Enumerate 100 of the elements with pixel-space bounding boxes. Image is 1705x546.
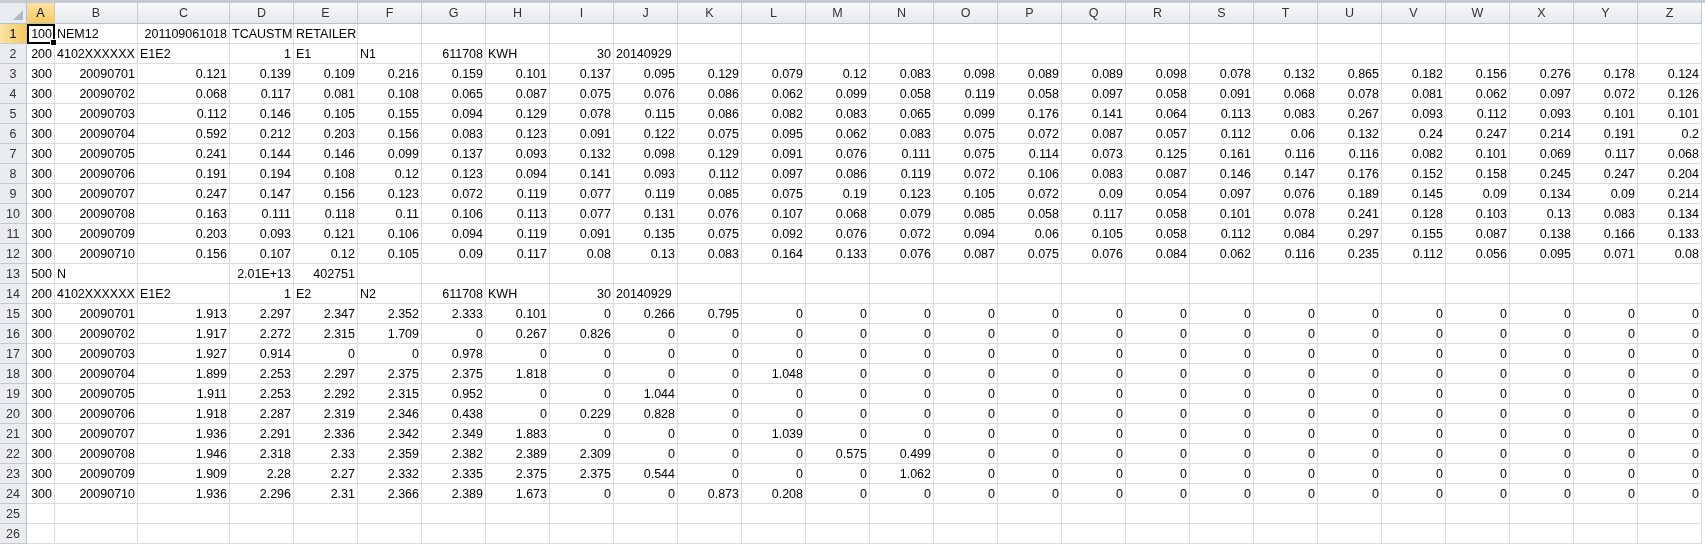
empty-cell[interactable] xyxy=(1510,44,1574,64)
empty-cell[interactable] xyxy=(1254,524,1318,544)
column-header[interactable]: A xyxy=(27,3,55,24)
empty-cell[interactable] xyxy=(1638,24,1702,44)
empty-cell[interactable] xyxy=(486,24,550,44)
empty-cell[interactable] xyxy=(870,504,934,524)
column-header[interactable]: R xyxy=(1126,3,1190,24)
empty-cell[interactable] xyxy=(1190,284,1254,304)
empty-cell[interactable] xyxy=(1382,504,1446,524)
row-header[interactable]: 2 xyxy=(0,44,27,64)
row-header[interactable]: 23 xyxy=(0,464,27,484)
empty-cell[interactable] xyxy=(806,44,870,64)
empty-cell[interactable] xyxy=(1446,504,1510,524)
row-header[interactable]: 1 xyxy=(0,24,27,44)
empty-cell[interactable] xyxy=(1574,524,1638,544)
column-header[interactable]: J xyxy=(614,3,678,24)
row-header[interactable]: 22 xyxy=(0,444,27,464)
empty-cell[interactable] xyxy=(1126,284,1190,304)
empty-cell[interactable] xyxy=(1382,264,1446,284)
empty-cell[interactable] xyxy=(422,24,486,44)
column-header[interactable]: X xyxy=(1510,3,1574,24)
empty-cell[interactable] xyxy=(1254,44,1318,64)
empty-cell[interactable] xyxy=(998,504,1062,524)
empty-cell[interactable] xyxy=(998,44,1062,64)
empty-cell[interactable] xyxy=(486,264,550,284)
empty-cell[interactable] xyxy=(1510,264,1574,284)
empty-cell[interactable] xyxy=(806,504,870,524)
empty-cell[interactable] xyxy=(1638,504,1702,524)
row-header[interactable]: 5 xyxy=(0,104,27,124)
empty-cell[interactable] xyxy=(1318,264,1382,284)
empty-cell[interactable] xyxy=(742,504,806,524)
empty-cell[interactable] xyxy=(934,504,998,524)
empty-cell[interactable] xyxy=(1062,284,1126,304)
empty-cell[interactable] xyxy=(422,504,486,524)
empty-cell[interactable] xyxy=(550,264,614,284)
empty-cell[interactable] xyxy=(358,504,422,524)
column-header[interactable]: I xyxy=(550,3,614,24)
empty-cell[interactable] xyxy=(1318,44,1382,64)
empty-cell[interactable] xyxy=(1574,504,1638,524)
empty-cell[interactable] xyxy=(138,504,230,524)
empty-cell[interactable] xyxy=(1126,524,1190,544)
empty-cell[interactable] xyxy=(1062,504,1126,524)
empty-cell[interactable] xyxy=(742,524,806,544)
empty-cell[interactable] xyxy=(678,524,742,544)
row-header[interactable]: 21 xyxy=(0,424,27,444)
row-header[interactable]: 24 xyxy=(0,484,27,504)
column-header[interactable]: K xyxy=(678,3,742,24)
column-header[interactable]: Z xyxy=(1638,3,1702,24)
empty-cell[interactable] xyxy=(1574,264,1638,284)
column-header[interactable]: M xyxy=(806,3,870,24)
empty-cell[interactable] xyxy=(55,504,138,524)
row-header[interactable]: 20 xyxy=(0,404,27,424)
empty-cell[interactable] xyxy=(1126,24,1190,44)
column-header[interactable]: B xyxy=(55,3,138,24)
empty-cell[interactable] xyxy=(806,524,870,544)
empty-cell[interactable] xyxy=(742,24,806,44)
empty-cell[interactable] xyxy=(678,44,742,64)
empty-cell[interactable] xyxy=(1126,504,1190,524)
empty-cell[interactable] xyxy=(1254,284,1318,304)
empty-cell[interactable] xyxy=(1382,44,1446,64)
empty-cell[interactable] xyxy=(614,264,678,284)
empty-cell[interactable] xyxy=(1446,264,1510,284)
empty-cell[interactable] xyxy=(1574,44,1638,64)
empty-cell[interactable] xyxy=(1510,24,1574,44)
empty-cell[interactable] xyxy=(486,504,550,524)
row-header[interactable]: 19 xyxy=(0,384,27,404)
empty-cell[interactable] xyxy=(1126,44,1190,64)
row-header[interactable]: 6 xyxy=(0,124,27,144)
empty-cell[interactable] xyxy=(678,264,742,284)
row-header[interactable]: 13 xyxy=(0,264,27,284)
empty-cell[interactable] xyxy=(870,264,934,284)
select-all-icon[interactable] xyxy=(13,10,23,20)
column-header[interactable]: W xyxy=(1446,3,1510,24)
empty-cell[interactable] xyxy=(1062,24,1126,44)
row-header[interactable]: 7 xyxy=(0,144,27,164)
empty-cell[interactable] xyxy=(1126,264,1190,284)
empty-cell[interactable] xyxy=(1062,524,1126,544)
empty-cell[interactable] xyxy=(1638,524,1702,544)
empty-cell[interactable] xyxy=(742,284,806,304)
empty-cell[interactable] xyxy=(1190,264,1254,284)
empty-cell[interactable] xyxy=(678,504,742,524)
empty-cell[interactable] xyxy=(1382,24,1446,44)
empty-cell[interactable] xyxy=(1638,284,1702,304)
empty-cell[interactable] xyxy=(934,44,998,64)
row-header[interactable]: 18 xyxy=(0,364,27,384)
empty-cell[interactable] xyxy=(1190,504,1254,524)
empty-cell[interactable] xyxy=(1638,44,1702,64)
empty-cell[interactable] xyxy=(1318,24,1382,44)
empty-cell[interactable] xyxy=(358,24,422,44)
empty-cell[interactable] xyxy=(998,264,1062,284)
empty-cell[interactable] xyxy=(230,524,294,544)
empty-cell[interactable] xyxy=(1446,284,1510,304)
empty-cell[interactable] xyxy=(550,524,614,544)
empty-cell[interactable] xyxy=(934,264,998,284)
empty-cell[interactable] xyxy=(422,524,486,544)
empty-cell[interactable] xyxy=(1574,24,1638,44)
empty-cell[interactable] xyxy=(1318,284,1382,304)
empty-cell[interactable] xyxy=(870,44,934,64)
empty-cell[interactable] xyxy=(934,284,998,304)
column-header[interactable]: V xyxy=(1382,3,1446,24)
